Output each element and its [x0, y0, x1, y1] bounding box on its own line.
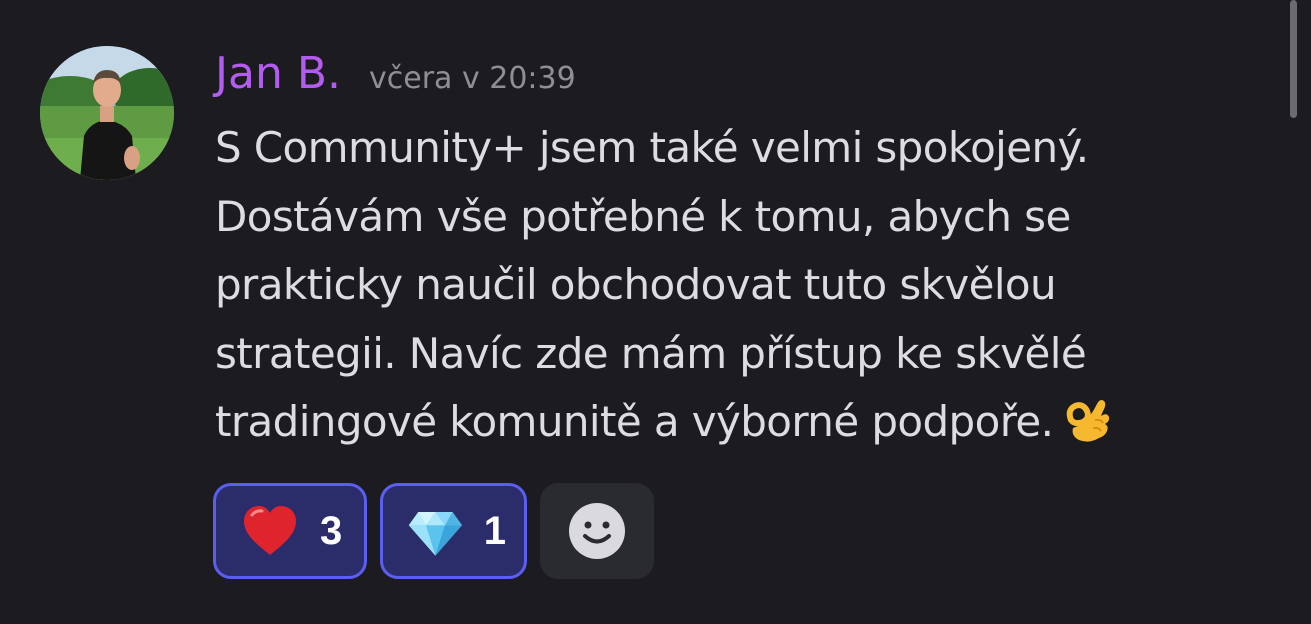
smiley-icon [569, 503, 625, 559]
reaction-count: 1 [483, 508, 506, 553]
message-line: prakticky naučil obchodovat tuto skvělou [215, 260, 1057, 309]
reactions-bar: 3 1 [213, 483, 654, 579]
scrollbar[interactable] [1290, 0, 1297, 118]
avatar[interactable] [40, 46, 174, 180]
reaction-diamond-button[interactable]: 1 [380, 483, 527, 579]
message-line: S Community+ jsem také velmi spokojený. [215, 123, 1089, 172]
reaction-heart-button[interactable]: 3 [213, 483, 367, 579]
reaction-count: 3 [320, 508, 343, 553]
avatar-photo [40, 46, 174, 180]
message-line: Dostávám vše potřebné k tomu, abych se [215, 191, 1071, 241]
ok-hand-icon [1067, 400, 1110, 442]
message-header: Jan B. včera v 20:39 [215, 44, 576, 104]
message-line-text: tradingové komunitě a výborné podpoře. [215, 397, 1054, 446]
add-reaction-button[interactable] [540, 483, 654, 579]
diamond-icon [408, 512, 462, 556]
message-line: strategii. Navíc zde mám přístup ke skvě… [215, 328, 1087, 378]
heart-icon [244, 506, 296, 555]
message-content: S Community+ jsem také velmi spokojený. … [215, 114, 1235, 457]
chat-message: Jan B. včera v 20:39 S Community+ jsem t… [0, 0, 1311, 624]
message-timestamp: včera v 20:39 [368, 61, 576, 96]
author-name[interactable]: Jan B. [215, 44, 341, 104]
message-line-last: tradingové komunitě a výborné podpoře. [215, 388, 1235, 457]
